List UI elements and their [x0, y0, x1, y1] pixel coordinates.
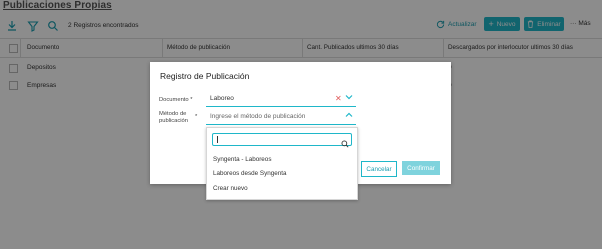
metodo-required-mark: * [195, 114, 198, 120]
dropdown-option[interactable]: Syngenta - Laboreos [213, 156, 271, 163]
confirm-button[interactable]: Confirmar [402, 161, 440, 175]
metodo-label-line1: Método de [159, 111, 187, 117]
documento-value: Laboreo [210, 95, 234, 102]
chevron-up-icon[interactable] [345, 111, 353, 121]
metodo-label: Método de publicación [159, 111, 188, 125]
cancel-button[interactable]: Cancelar [361, 161, 397, 177]
metodo-label-line2: publicación [159, 118, 189, 124]
dropdown-option[interactable]: Laboreos desde Syngenta [213, 170, 287, 177]
search-icon [341, 135, 349, 153]
text-cursor [217, 136, 218, 143]
documento-select[interactable]: Laboreo ✕ [206, 92, 356, 107]
chevron-down-icon[interactable] [345, 93, 353, 103]
metodo-dropdown: Syngenta - Laboreos Laboreos desde Synge… [206, 127, 358, 200]
clear-icon[interactable]: ✕ [335, 94, 342, 103]
dropdown-option-create-new[interactable]: Crear nuevo [213, 185, 248, 192]
modal-title: Registro de Publicación [160, 71, 250, 81]
dropdown-search-input[interactable] [212, 133, 352, 148]
metodo-placeholder: Ingrese el método de publicación [210, 113, 306, 120]
documento-label: Documento * [159, 97, 193, 103]
metodo-select[interactable]: Ingrese el método de publicación [206, 110, 356, 125]
